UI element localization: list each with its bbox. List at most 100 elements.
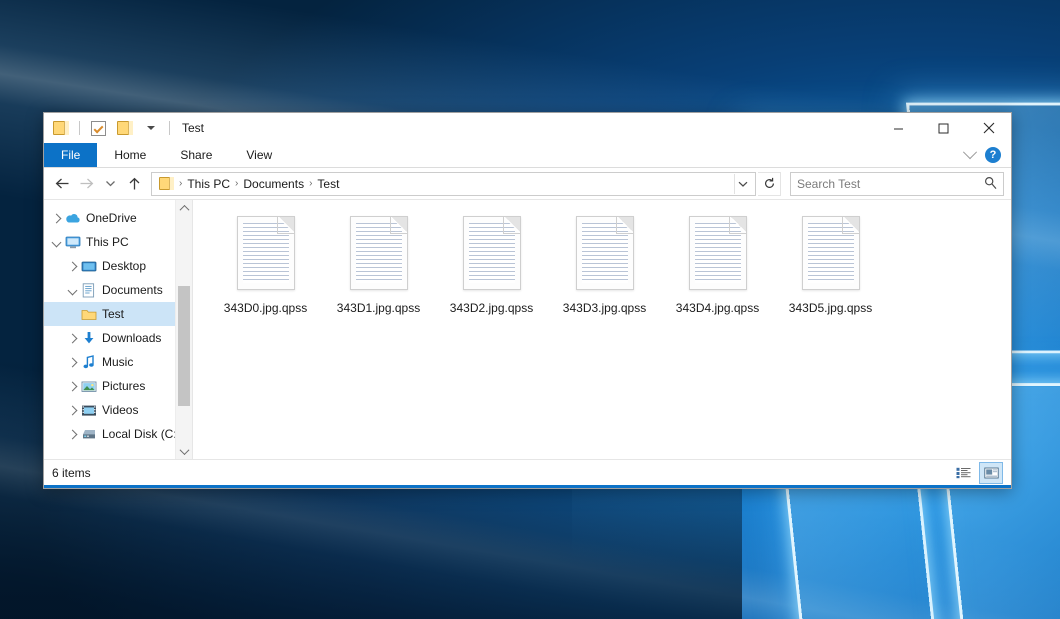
- sidebar-item-label: Desktop: [102, 259, 146, 273]
- folder-icon: [80, 306, 97, 322]
- back-button[interactable]: [51, 173, 73, 195]
- sidebar-item-documents[interactable]: Documents: [44, 278, 192, 302]
- chevron-right-icon[interactable]: [64, 402, 80, 418]
- file-name: 343D1.jpg.qpss: [337, 301, 420, 315]
- file-list[interactable]: 343D0.jpg.qpss 343D1.jpg.qpss 343D2.jpg.…: [193, 200, 1011, 459]
- ribbon-spacer: [289, 143, 965, 167]
- file-item[interactable]: 343D5.jpg.qpss: [774, 214, 887, 315]
- chevron-down-icon[interactable]: [734, 174, 751, 194]
- help-icon[interactable]: ?: [985, 147, 1001, 163]
- search-placeholder: Search Test: [797, 177, 984, 191]
- file-name: 343D3.jpg.qpss: [563, 301, 646, 315]
- cloud-icon: [64, 210, 81, 226]
- sidebar-item-pictures[interactable]: Pictures: [44, 374, 192, 398]
- document-icon: [80, 282, 97, 298]
- window-bottom-accent: [44, 485, 1011, 488]
- folder-tree: OneDrive This PC Deskt: [44, 200, 192, 446]
- videos-icon: [80, 402, 97, 418]
- details-view-button[interactable]: [951, 462, 975, 484]
- chevron-right-icon[interactable]: [64, 378, 80, 394]
- chevron-down-icon[interactable]: [64, 282, 80, 298]
- desktop: Test File Home Share View: [0, 0, 1060, 619]
- file-name: 343D0.jpg.qpss: [224, 301, 307, 315]
- ribbon-tab-bar: File Home Share View ?: [44, 143, 1011, 168]
- chevron-right-icon[interactable]: [64, 426, 80, 442]
- sidebar-item-videos[interactable]: Videos: [44, 398, 192, 422]
- large-icons-view-button[interactable]: [979, 462, 1003, 484]
- breadcrumb[interactable]: › This PC › Documents › Test: [151, 172, 756, 196]
- chevron-down-icon[interactable]: [140, 118, 161, 139]
- new-folder-icon[interactable]: [114, 118, 135, 139]
- sidebar-item-downloads[interactable]: Downloads: [44, 326, 192, 350]
- sidebar-scrollbar[interactable]: [175, 200, 192, 459]
- status-bar: 6 items: [44, 459, 1011, 485]
- breadcrumb-item-documents[interactable]: Documents: [239, 177, 308, 191]
- file-item[interactable]: 343D2.jpg.qpss: [435, 214, 548, 315]
- ribbon-actions: ?: [965, 143, 1011, 167]
- sidebar-item-music[interactable]: Music: [44, 350, 192, 374]
- recent-locations-button[interactable]: [99, 173, 121, 195]
- chevron-right-icon[interactable]: [48, 210, 64, 226]
- chevron-right-icon[interactable]: [64, 258, 80, 274]
- scroll-down-icon[interactable]: [176, 443, 192, 459]
- scrollbar-thumb[interactable]: [178, 286, 190, 406]
- drive-icon: [80, 426, 97, 442]
- sidebar-item-test[interactable]: Test: [44, 302, 192, 326]
- search-icon[interactable]: [984, 176, 997, 192]
- chevron-right-icon[interactable]: [64, 354, 80, 370]
- file-name: 343D5.jpg.qpss: [789, 301, 872, 315]
- refresh-icon[interactable]: [758, 172, 781, 196]
- properties-icon[interactable]: [88, 118, 109, 139]
- breadcrumb-item-this-pc[interactable]: This PC: [183, 177, 234, 191]
- music-icon: [80, 354, 97, 370]
- file-item[interactable]: 343D4.jpg.qpss: [661, 214, 774, 315]
- view-mode-buttons: [951, 462, 1003, 484]
- scroll-up-icon[interactable]: [176, 200, 192, 216]
- pictures-icon: [80, 378, 97, 394]
- explorer-body: OneDrive This PC Deskt: [44, 199, 1011, 459]
- tab-view[interactable]: View: [229, 143, 289, 167]
- close-icon[interactable]: [966, 113, 1011, 143]
- file-explorer-window: Test File Home Share View: [43, 112, 1012, 489]
- up-button[interactable]: [123, 173, 145, 195]
- sidebar-item-onedrive[interactable]: OneDrive: [44, 206, 192, 230]
- chevron-down-icon[interactable]: [48, 234, 64, 250]
- title-bar: Test: [44, 113, 1011, 143]
- sidebar-item-label: Documents: [102, 283, 163, 297]
- tab-file[interactable]: File: [44, 143, 97, 167]
- maximize-icon[interactable]: [921, 113, 966, 143]
- sidebar-item-desktop[interactable]: Desktop: [44, 254, 192, 278]
- file-item[interactable]: 343D1.jpg.qpss: [322, 214, 435, 315]
- chevron-down-icon[interactable]: [963, 145, 977, 159]
- monitor-icon: [64, 234, 81, 250]
- window-title: Test: [182, 121, 204, 135]
- generic-document-icon: [576, 216, 634, 290]
- item-count-label: 6 items: [52, 466, 91, 480]
- forward-button[interactable]: [75, 173, 97, 195]
- address-bar: › This PC › Documents › Test Search Test: [44, 168, 1011, 199]
- file-item[interactable]: 343D0.jpg.qpss: [209, 214, 322, 315]
- search-input[interactable]: Search Test: [790, 172, 1004, 196]
- window-controls: [876, 113, 1011, 143]
- folder-icon[interactable]: [50, 118, 71, 139]
- divider: [79, 121, 80, 135]
- sidebar-item-local-disk-c[interactable]: Local Disk (C:): [44, 422, 192, 446]
- file-name: 343D4.jpg.qpss: [676, 301, 759, 315]
- sidebar-item-label: Downloads: [102, 331, 161, 345]
- sidebar-item-label: Test: [102, 307, 124, 321]
- sidebar-item-label: OneDrive: [86, 211, 137, 225]
- desktop-icon: [80, 258, 97, 274]
- breadcrumb-item-test[interactable]: Test: [313, 177, 343, 191]
- sidebar-item-label: Music: [102, 355, 133, 369]
- quick-access-toolbar: [50, 118, 173, 139]
- generic-document-icon: [350, 216, 408, 290]
- tab-share[interactable]: Share: [163, 143, 229, 167]
- sidebar-item-label: This PC: [86, 235, 129, 249]
- minimize-icon[interactable]: [876, 113, 921, 143]
- sidebar-item-this-pc[interactable]: This PC: [44, 230, 192, 254]
- chevron-right-icon[interactable]: [64, 330, 80, 346]
- file-item[interactable]: 343D3.jpg.qpss: [548, 214, 661, 315]
- tab-home[interactable]: Home: [97, 143, 163, 167]
- generic-document-icon: [802, 216, 860, 290]
- generic-document-icon: [689, 216, 747, 290]
